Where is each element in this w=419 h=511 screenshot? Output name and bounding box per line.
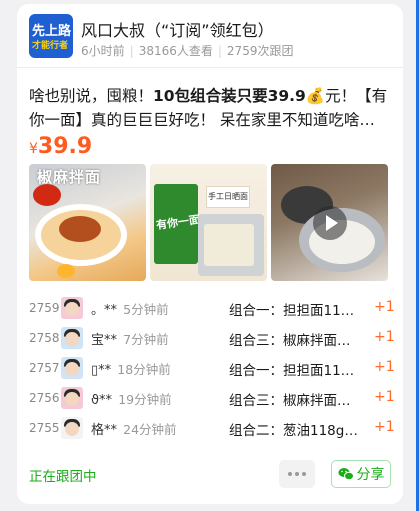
buyer-name-text: 。** — [91, 303, 118, 318]
buyer-avatar — [61, 327, 83, 349]
card-footer: 正在跟团中 分享 — [29, 460, 393, 490]
buyer-name: 宝** 7分钟前 — [91, 329, 169, 348]
meta-divider: | — [217, 44, 222, 58]
order-time: 7分钟前 — [123, 332, 169, 347]
meta-divider: | — [129, 44, 134, 58]
play-icon[interactable] — [313, 206, 347, 240]
share-button[interactable]: 分享 — [331, 460, 391, 488]
header-divider — [17, 67, 403, 68]
more-dot — [302, 472, 306, 476]
buyer-name: 。** 5分钟前 — [91, 299, 169, 318]
buyer-name-text: ▯** — [91, 363, 112, 378]
more-dot — [288, 472, 292, 476]
post-meta: 6小时前 | 38166人查看 | 2759次跟团 — [81, 42, 293, 59]
order-quantity: +1 — [374, 299, 395, 315]
order-row[interactable]: 2756 ϑ** 19分钟前 组合三：椒麻拌面… +1 — [29, 386, 395, 416]
join-count: 2759次跟团 — [226, 44, 294, 58]
order-number: 2759 — [29, 301, 60, 315]
price: ¥39.9 — [29, 134, 92, 159]
group-status: 正在跟团中 — [29, 469, 97, 485]
dried-noodles — [204, 224, 254, 266]
order-time: 5分钟前 — [123, 302, 169, 317]
order-quantity: +1 — [374, 329, 395, 345]
order-time: 24分钟前 — [123, 422, 177, 437]
product-video[interactable] — [271, 164, 388, 281]
buyer-name-text: 格** — [91, 423, 118, 438]
order-number: 2757 — [29, 361, 60, 375]
order-row[interactable]: 2755 格** 24分钟前 组合二：葱油118g… +1 — [29, 416, 395, 446]
order-quantity: +1 — [374, 419, 395, 435]
buyer-avatar — [61, 387, 83, 409]
avatar-text-line1: 先上路 — [32, 24, 72, 39]
share-label: 分享 — [356, 467, 385, 483]
avatar-text-line2: 才能行者 — [32, 41, 69, 51]
buyer-avatar — [61, 297, 83, 319]
buyer-avatar — [61, 417, 83, 439]
view-count: 38166人查看 — [138, 44, 213, 58]
order-product: 组合二：葱油118g… — [229, 423, 358, 439]
package-label: 手工日晒面 — [206, 186, 250, 208]
buyer-name: ϑ** 19分钟前 — [91, 389, 172, 408]
order-time: 19分钟前 — [118, 392, 172, 407]
more-button[interactable] — [279, 460, 315, 488]
content-text: 啥也别说，囤粮！ — [29, 87, 154, 105]
post-header: 先上路 才能行者 风口大叔（“订阅”领红包） 6小时前 | 38166人查看 | 275… — [29, 12, 391, 60]
chili-oil-cup — [33, 184, 61, 206]
order-quantity: +1 — [374, 359, 395, 375]
product-image-2[interactable]: 有你一面 手工日晒面 — [150, 164, 267, 281]
money-bag-icon: 💰 — [305, 87, 326, 105]
product-image-1-title: 椒麻拌面 — [37, 168, 102, 186]
order-row[interactable]: 2757 ▯** 18分钟前 组合一：担担面11… +1 — [29, 356, 395, 386]
buyer-avatar — [61, 357, 83, 379]
order-product: 组合三：椒麻拌面… — [229, 333, 351, 349]
content-highlight: 10包组合装只要39.9 — [153, 87, 306, 105]
buyer-name-text: 宝** — [91, 333, 118, 348]
wechat-icon — [338, 468, 354, 481]
order-row[interactable]: 2758 宝** 7分钟前 组合三：椒麻拌面… +1 — [29, 326, 395, 356]
buyer-name: ▯** 18分钟前 — [91, 359, 171, 378]
group-buy-card[interactable]: 先上路 才能行者 风口大叔（“订阅”领红包） 6小时前 | 38166人查看 | 275… — [17, 4, 403, 504]
order-number: 2758 — [29, 331, 60, 345]
order-row[interactable]: 2759 。** 5分钟前 组合一：担担面11… +1 — [29, 296, 395, 326]
post-content[interactable]: 啥也别说，囤粮！10包组合装只要39.9💰元！【有你一面】真的巨巨巨好吃！ 呆在… — [29, 84, 389, 132]
author-avatar[interactable]: 先上路 才能行者 — [29, 14, 73, 58]
order-quantity: +1 — [374, 389, 395, 405]
order-number: 2755 — [29, 421, 60, 435]
more-dot — [295, 472, 299, 476]
order-product: 组合一：担担面11… — [229, 363, 355, 379]
product-image-1[interactable]: 椒麻拌面 — [29, 164, 146, 281]
order-product: 组合一：担担面11… — [229, 303, 355, 319]
buyer-name-text: ϑ** — [91, 393, 113, 408]
order-number: 2756 — [29, 391, 60, 405]
order-time: 18分钟前 — [117, 362, 171, 377]
price-value: 39.9 — [37, 134, 93, 159]
post-time: 6小时前 — [81, 44, 125, 58]
price-currency: ¥ — [29, 141, 38, 157]
buyer-name: 格** 24分钟前 — [91, 419, 177, 438]
author-name[interactable]: 风口大叔（“订阅”领红包） — [81, 17, 274, 41]
egg — [57, 264, 75, 278]
order-list: 2759 。** 5分钟前 组合一：担担面11… +1 2758 宝** 7分钟… — [29, 296, 395, 446]
order-product: 组合三：椒麻拌面… — [229, 393, 351, 409]
minced-meat — [59, 216, 101, 242]
